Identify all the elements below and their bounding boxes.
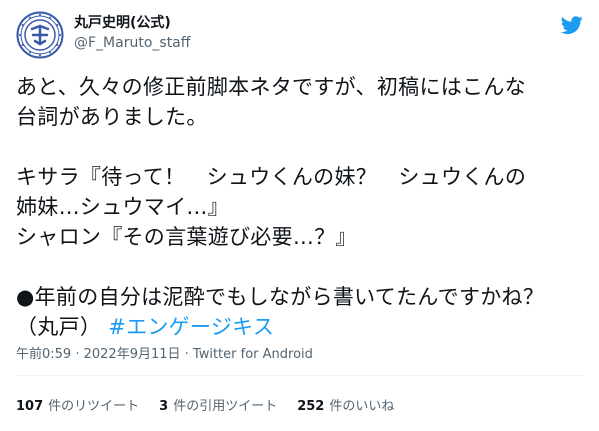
retweets-count: 107: [16, 399, 44, 414]
tweet-meta: 午前0:59 · 2022年9月11日 · Twitter for Androi…: [16, 346, 313, 364]
tweet-text: あと、久々の修正前脚本ネタですが、初稿にはこんな 台詞がありました。 キサラ『待…: [16, 72, 588, 342]
tweet-card: 丸戸史明(公式) @F_Maruto_staff あと、久々の修正前脚本ネタです…: [0, 0, 599, 431]
twitter-logo-icon[interactable]: [560, 14, 583, 36]
author-block: 丸戸史明(公式) @F_Maruto_staff: [74, 14, 190, 53]
tweet-line-last: （丸戸） #エンゲージキス: [16, 312, 588, 342]
author-display-name[interactable]: 丸戸史明(公式): [74, 14, 190, 33]
likes-count: 252: [297, 399, 325, 414]
meta-separator: ·: [180, 347, 193, 362]
author-handle[interactable]: @F_Maruto_staff: [74, 34, 190, 53]
tweet-line: ●年前の自分は泥酔でもしながら書いてたんですかね？: [16, 285, 545, 309]
tweet-line: 台詞がありました。: [16, 105, 208, 129]
quotes-count: 3: [159, 399, 169, 414]
tweet-line: シャロン『その言葉遊び必要…？』: [16, 225, 357, 249]
quotes-stat[interactable]: 3 件の引用ツイート: [159, 398, 277, 416]
tweet-source-link[interactable]: Twitter for Android: [193, 347, 313, 362]
tweet-line: 姉妹…シュウマイ…』: [16, 195, 229, 219]
tweet-signature: （丸戸）: [16, 315, 102, 339]
avatar-emblem-icon: [16, 11, 64, 59]
retweets-stat[interactable]: 107 件のリツイート: [16, 398, 139, 416]
divider: [16, 375, 583, 376]
meta-separator: ·: [71, 347, 84, 362]
tweet-date: 2022年9月11日: [83, 347, 181, 362]
hashtag-link[interactable]: #エンゲージキス: [108, 315, 274, 339]
tweet-line: あと、久々の修正前脚本ネタですが、初稿にはこんな: [16, 75, 526, 99]
tweet-line: キサラ『待って！ シュウくんの妹？ シュウくんの: [16, 165, 527, 189]
likes-label: 件のいいね: [329, 399, 395, 414]
retweets-label: 件のリツイート: [48, 399, 140, 414]
quotes-label: 件の引用ツイート: [173, 399, 278, 414]
tweet-time-link[interactable]: 午前0:59 · 2022年9月11日: [16, 347, 181, 362]
likes-stat[interactable]: 252 件のいいね: [297, 398, 394, 416]
avatar[interactable]: [16, 11, 64, 59]
tweet-stats: 107 件のリツイート 3 件の引用ツイート 252 件のいいね: [16, 398, 394, 416]
tweet-time: 午前0:59: [16, 347, 72, 362]
